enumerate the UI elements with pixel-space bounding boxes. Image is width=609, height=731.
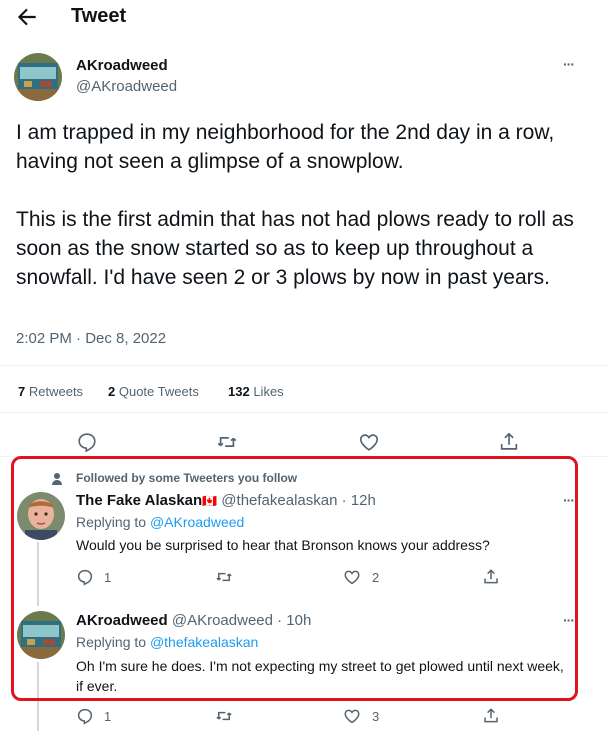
author-name[interactable]: AKroadweed <box>76 57 168 74</box>
likes-count: 132 <box>228 384 250 399</box>
share-icon[interactable] <box>482 707 500 725</box>
reply-count: 1 <box>104 709 112 724</box>
tweet-text: I am trapped in my neighborhood for the … <box>16 118 591 292</box>
page-title: Tweet <box>71 5 127 27</box>
divider <box>0 365 609 366</box>
quote-tweets-count: 2 <box>108 384 116 399</box>
reply-icon[interactable] <box>76 431 98 453</box>
divider <box>0 412 609 413</box>
author-handle[interactable]: @AKroadweed <box>76 78 177 95</box>
like-count: 3 <box>372 709 380 724</box>
quote-tweets-stat[interactable]: 2 Quote Tweets <box>108 384 199 399</box>
tweet-paragraph: I am trapped in my neighborhood for the … <box>16 121 555 173</box>
retweets-count: 7 <box>18 384 26 399</box>
reply-icon[interactable] <box>76 707 94 725</box>
likes-stat[interactable]: 132 Likes <box>228 384 284 399</box>
tweet-paragraph: This is the first admin that has not had… <box>16 208 574 289</box>
back-arrow-icon[interactable] <box>14 4 40 30</box>
retweets-label: Retweets <box>28 384 84 399</box>
highlight-box <box>11 456 578 701</box>
retweet-icon[interactable] <box>216 431 238 453</box>
retweet-icon[interactable] <box>215 707 233 725</box>
avatar[interactable] <box>14 53 62 101</box>
like-icon[interactable] <box>358 431 380 453</box>
likes-label: Likes <box>253 384 284 399</box>
retweets-stat[interactable]: 7 Retweets <box>18 384 83 399</box>
more-icon[interactable]: ··· <box>563 56 575 72</box>
share-icon[interactable] <box>498 431 520 453</box>
like-icon[interactable] <box>343 707 361 725</box>
tweet-timestamp[interactable]: 2:02 PM · Dec 8, 2022 <box>16 330 166 347</box>
quote-tweets-label: Quote Tweets <box>118 384 199 399</box>
